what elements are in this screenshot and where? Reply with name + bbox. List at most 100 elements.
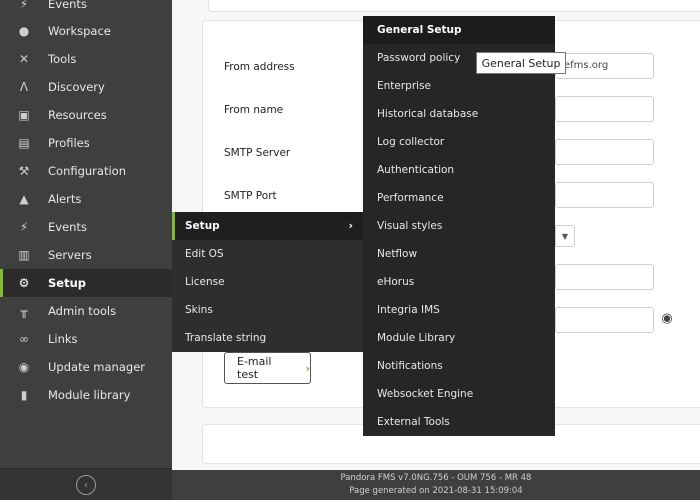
from-name-input[interactable] bbox=[555, 96, 654, 122]
submenu-item-edit-os[interactable]: Edit OS bbox=[172, 240, 363, 268]
submenu-item-label: Authentication bbox=[377, 164, 455, 176]
submenu-item-label: External Tools bbox=[377, 416, 450, 428]
sidebar-item-label: Discovery bbox=[48, 80, 105, 94]
submenu-item-license[interactable]: License bbox=[172, 268, 363, 296]
from-address-label: From address bbox=[224, 61, 295, 73]
sidebar-item-events[interactable]: ⚡ Events bbox=[0, 213, 172, 241]
submenu-item-ehorus[interactable]: eHorus bbox=[363, 268, 555, 296]
general-setup-submenu: General Setup Password policy Enterprise… bbox=[363, 16, 555, 436]
submenu-item-label: Visual styles bbox=[377, 220, 443, 232]
submenu-item-label: Password policy bbox=[377, 52, 461, 64]
submenu-item-enterprise[interactable]: Enterprise bbox=[363, 72, 555, 100]
sidebar-item-label: Events bbox=[48, 220, 87, 234]
sidebar-item-label: Configuration bbox=[48, 164, 126, 178]
email-test-button[interactable]: E-mail test › bbox=[224, 352, 311, 384]
encryption-select[interactable]: ▼ bbox=[555, 225, 575, 247]
submenu-item-label: Translate string bbox=[185, 332, 267, 344]
submenu-item-external-tools[interactable]: External Tools bbox=[363, 408, 555, 436]
submenu-item-visual-styles[interactable]: Visual styles bbox=[363, 212, 555, 240]
chevron-left-icon: ‹ bbox=[83, 478, 89, 491]
submenu-item-integria-ims[interactable]: Integria IMS bbox=[363, 296, 555, 324]
submenu-item-authentication[interactable]: Authentication bbox=[363, 156, 555, 184]
submenu-item-label: Skins bbox=[185, 304, 213, 316]
smtp-port-input[interactable] bbox=[555, 182, 654, 208]
sidebar-item-configuration[interactable]: ⚒ Configuration bbox=[0, 157, 172, 185]
email-test-label: E-mail test bbox=[237, 355, 272, 381]
smtp-server-label: SMTP Server bbox=[224, 147, 291, 159]
submenu-item-notifications[interactable]: Notifications bbox=[363, 352, 555, 380]
sidebar-item-label: Tools bbox=[48, 52, 77, 66]
sidebar-item-admin-tools[interactable]: ╥ Admin tools bbox=[0, 297, 172, 325]
submenu-item-historical-database[interactable]: Historical database bbox=[363, 100, 555, 128]
from-name-label: From name bbox=[224, 104, 284, 116]
tools-icon: ✕ bbox=[18, 52, 30, 66]
submenu-item-translate-string[interactable]: Translate string bbox=[172, 324, 363, 352]
submenu-item-label: Netflow bbox=[377, 248, 418, 260]
submenu-item-label: Performance bbox=[377, 192, 444, 204]
submenu-item-general-setup[interactable]: General Setup bbox=[363, 16, 555, 44]
submenu-item-module-library[interactable]: Module Library bbox=[363, 324, 555, 352]
submenu-item-label: Historical database bbox=[377, 108, 479, 120]
submenu-item-label: Log collector bbox=[377, 136, 445, 148]
sidebar-item-label: Servers bbox=[48, 248, 92, 262]
sidebar-item-label: Module library bbox=[48, 388, 131, 402]
submenu-item-label: Websocket Engine bbox=[377, 388, 474, 400]
sidebar-item-label: Setup bbox=[48, 276, 86, 290]
sidebar-item-module-library[interactable]: ▮ Module library bbox=[0, 381, 172, 409]
bell-icon: ▲ bbox=[19, 192, 29, 206]
smtp-password-input[interactable] bbox=[555, 307, 654, 333]
submenu-item-label: Edit OS bbox=[185, 248, 224, 260]
eye-icon[interactable]: ◉ bbox=[658, 312, 676, 326]
sidebar-item-workspace[interactable]: ● Workspace bbox=[0, 17, 172, 45]
submenu-item-performance[interactable]: Performance bbox=[363, 184, 555, 212]
gear-icon: ⚙ bbox=[18, 276, 30, 290]
submenu-item-label: Enterprise bbox=[377, 80, 432, 92]
submenu-item-setup[interactable]: Setup › bbox=[172, 212, 363, 240]
submenu-item-label: eHorus bbox=[377, 276, 415, 288]
chevron-right-icon: › bbox=[348, 219, 353, 232]
sidebar-item-label: Links bbox=[48, 332, 78, 346]
submenu-item-label: General Setup bbox=[377, 24, 462, 36]
sidebar-item-label: Workspace bbox=[48, 24, 111, 38]
sidebar-footer: ‹ bbox=[0, 468, 172, 500]
sidebar-item-events-top[interactable]: ⚡ Events bbox=[0, 0, 172, 18]
sidebar-item-alerts[interactable]: ▲ Alerts bbox=[0, 185, 172, 213]
submenu-item-label: License bbox=[185, 276, 225, 288]
sidebar-item-profiles[interactable]: ▤ Profiles bbox=[0, 129, 172, 157]
sidebar-item-label: Profiles bbox=[48, 136, 90, 150]
resources-icon: ▣ bbox=[18, 108, 30, 122]
smtp-user-input[interactable] bbox=[555, 264, 654, 290]
link-icon: ∞ bbox=[19, 332, 29, 346]
bolt-icon: ⚡ bbox=[19, 220, 29, 234]
generated-text: Page generated on 2021-08-31 15:09:04 bbox=[349, 486, 523, 496]
submenu-item-websocket-engine[interactable]: Websocket Engine bbox=[363, 380, 555, 408]
profile-icon: ▤ bbox=[18, 136, 30, 150]
wrench-icon: ⚒ bbox=[18, 164, 30, 178]
chevron-down-icon: ▼ bbox=[561, 231, 569, 241]
panel-top bbox=[208, 0, 700, 12]
submenu-item-skins[interactable]: Skins bbox=[172, 296, 363, 324]
submenu-item-label: Integria IMS bbox=[377, 304, 440, 316]
sidebar-item-servers[interactable]: ▥ Servers bbox=[0, 241, 172, 269]
collapse-sidebar-button[interactable]: ‹ bbox=[76, 474, 96, 495]
sidebar-item-label: Resources bbox=[48, 108, 107, 122]
smtp-server-input[interactable] bbox=[555, 139, 654, 165]
sidebar-item-setup[interactable]: ⚙ Setup bbox=[0, 269, 172, 297]
sidebar-item-label: Events bbox=[48, 0, 87, 11]
from-address-input[interactable]: efms.org bbox=[555, 53, 654, 79]
submenu-item-netflow[interactable]: Netflow bbox=[363, 240, 555, 268]
sidebar-item-links[interactable]: ∞ Links bbox=[0, 325, 172, 353]
sidebar-item-tools[interactable]: ✕ Tools bbox=[0, 45, 172, 73]
version-text: Pandora FMS v7.0NG.756 - OUM 756 - MR 48 bbox=[340, 473, 532, 483]
sidebar: ⚡ Events ● Workspace ✕ Tools Λ Discovery… bbox=[0, 0, 172, 500]
admin-tools-icon: ╥ bbox=[20, 304, 28, 318]
library-icon: ▮ bbox=[20, 388, 28, 402]
sidebar-item-update-manager[interactable]: ◉ Update manager bbox=[0, 353, 172, 381]
submenu-item-label: Setup bbox=[185, 220, 220, 232]
sidebar-item-discovery[interactable]: Λ Discovery bbox=[0, 73, 172, 101]
server-icon: ▥ bbox=[18, 248, 30, 262]
page-footer: Pandora FMS v7.0NG.756 - OUM 756 - MR 48… bbox=[172, 470, 700, 500]
smtp-port-label: SMTP Port bbox=[224, 190, 277, 202]
sidebar-item-resources[interactable]: ▣ Resources bbox=[0, 101, 172, 129]
submenu-item-log-collector[interactable]: Log collector bbox=[363, 128, 555, 156]
